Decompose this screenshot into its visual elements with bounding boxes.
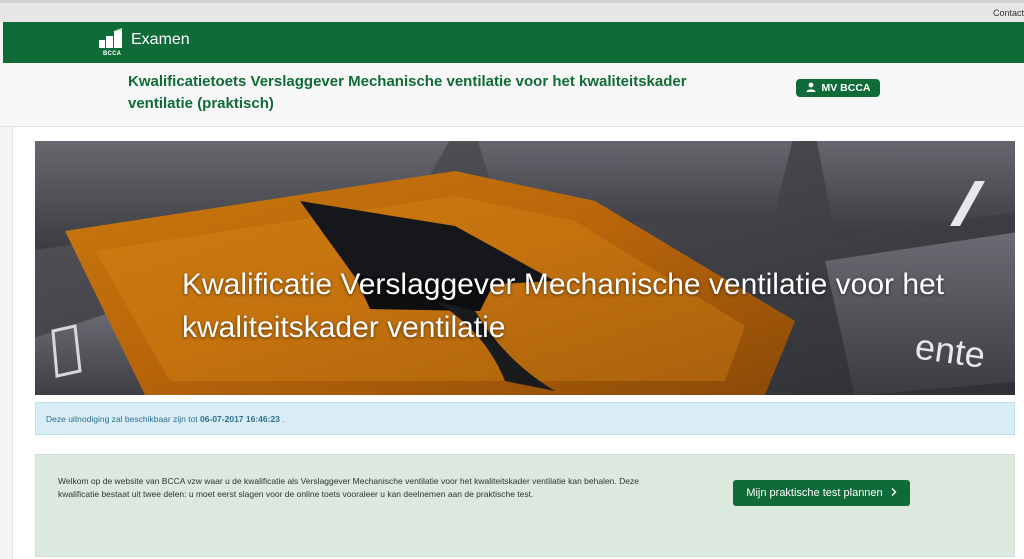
welcome-text: Welkom op de website van BCCA vzw waar u… xyxy=(58,476,639,499)
availability-alert: Deze uitnodiging zal beschikbaar zijn to… xyxy=(35,402,1015,435)
welcome-panel: Welkom op de website van BCCA vzw waar u… xyxy=(35,454,1015,557)
plan-button-label: Mijn praktische test plannen xyxy=(746,487,883,499)
alert-date: 06-07-2017 16:46:23 xyxy=(200,414,280,424)
user-badge-button[interactable]: MV BCCA xyxy=(796,79,880,97)
top-utility-bar: Contact xyxy=(0,0,1024,22)
user-icon xyxy=(806,82,816,95)
chevron-right-icon xyxy=(891,487,897,499)
hero-banner: ente Kwalificatie Verslaggever Mechanisc… xyxy=(35,141,1015,395)
hero-title: Kwalificatie Verslaggever Mechanische ve… xyxy=(182,268,945,344)
brand-name: Examen xyxy=(131,31,190,48)
contact-link[interactable]: Contact xyxy=(993,8,1024,18)
bcca-logo: BCCA xyxy=(99,28,127,58)
plan-practical-test-button[interactable]: Mijn praktische test plannen xyxy=(733,480,910,506)
brand-home-link[interactable]: BCCA Examen xyxy=(99,28,190,58)
page-header: Kwalificatietoets Verslaggever Mechanisc… xyxy=(0,63,1024,127)
logo-text: BCCA xyxy=(103,51,122,57)
alert-text-before: Deze uitnodiging zal beschikbaar zijn to… xyxy=(46,414,201,424)
alert-text-after: . xyxy=(279,414,285,424)
page-title: Kwalificatietoets Verslaggever Mechanisc… xyxy=(128,73,687,112)
user-badge-label: MV BCCA xyxy=(821,82,871,94)
main-navbar: BCCA Examen xyxy=(3,22,1024,63)
